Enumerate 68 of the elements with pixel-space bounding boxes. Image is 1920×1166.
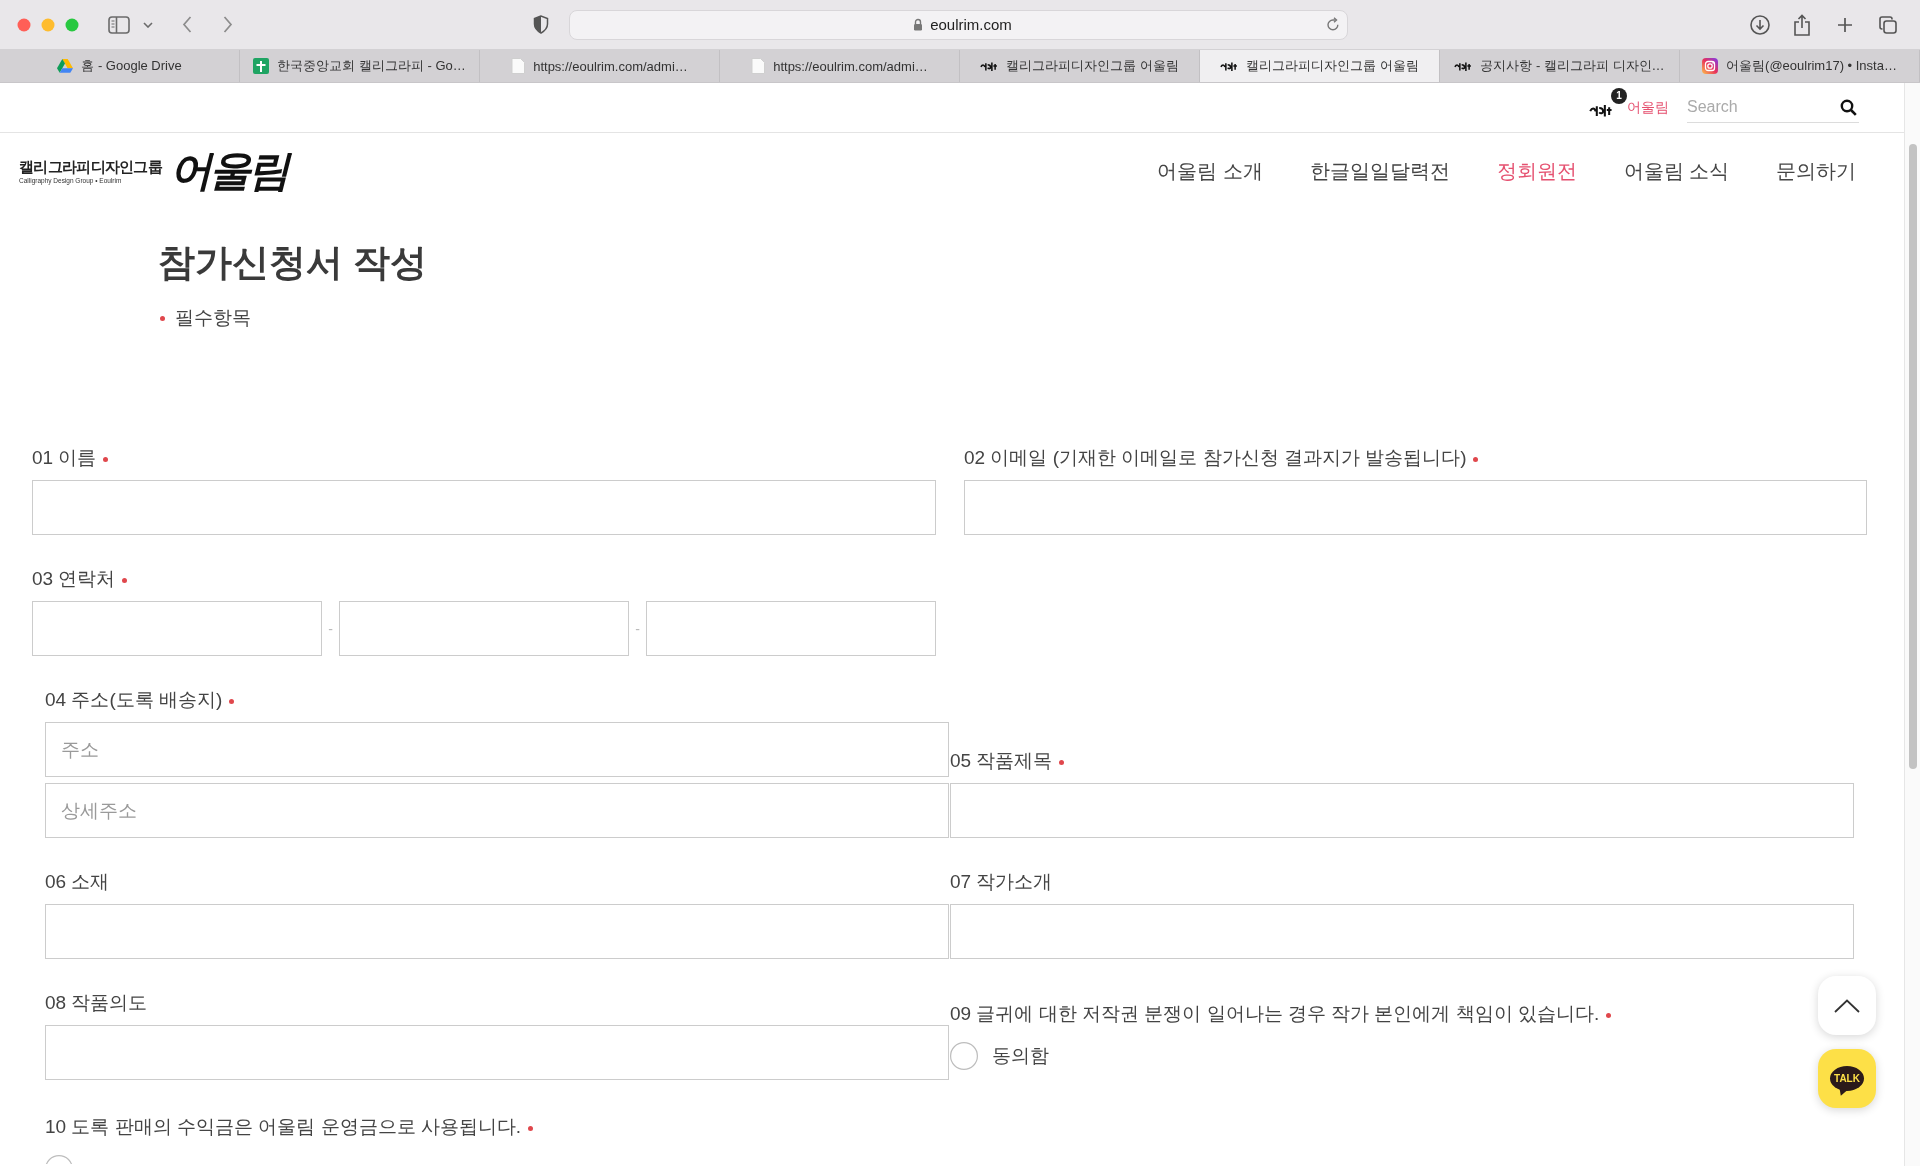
share-icon[interactable] (1793, 13, 1811, 36)
drive-triangle-icon (57, 59, 74, 73)
field-label: 09 글귀에 대한 저작권 분쟁이 일어나는 경우 작가 본인에게 책임이 있습니다. (950, 1002, 1600, 1026)
blank-page-icon (511, 58, 526, 74)
text-input[interactable] (950, 783, 1854, 838)
brush-logo-icon (1220, 60, 1239, 72)
shield-icon[interactable] (533, 15, 549, 34)
chevron-down-icon[interactable] (143, 21, 153, 28)
brush-logo-icon (980, 60, 999, 72)
field-label: 08 작품의도 (45, 991, 148, 1015)
required-note: 필수항목 (175, 306, 251, 330)
field-label: 05 작품제목 (950, 749, 1053, 773)
lock-icon (913, 18, 924, 31)
scrollbar-thumb[interactable] (1908, 144, 1917, 769)
back-icon[interactable] (182, 16, 192, 33)
field-label: 03 연락처 (32, 567, 116, 591)
phone-input[interactable] (339, 601, 629, 656)
text-input[interactable] (32, 480, 936, 535)
field-label: 01 이름 (32, 446, 97, 470)
download-icon[interactable] (1750, 14, 1770, 35)
field-label: 07 작가소개 (950, 870, 1053, 894)
address-input[interactable]: 주소 (45, 722, 949, 777)
nav-link[interactable]: 정회원전 (1496, 157, 1577, 185)
phone-input[interactable] (646, 601, 936, 656)
phone-separator: - (634, 620, 641, 637)
nav-link[interactable]: 어울림 소식 (1623, 157, 1729, 185)
camera-icon (1702, 58, 1719, 74)
nav-link[interactable]: 문의하기 (1776, 157, 1856, 185)
nav-link[interactable]: 어울림 소개 (1157, 157, 1263, 185)
window-minimize-icon[interactable] (41, 17, 55, 32)
text-input[interactable] (950, 904, 1854, 959)
window-close-icon[interactable] (17, 17, 31, 32)
tabs-overview-icon[interactable] (1879, 15, 1897, 34)
chevron-up-icon (1834, 998, 1860, 1013)
text-input[interactable] (45, 1025, 949, 1080)
logo-name: 캘리그라피디자인그룹 (19, 157, 162, 176)
text-input[interactable] (45, 904, 949, 959)
browser-tab[interactable]: 캘리그라피디자인그룹 어울림 (1200, 50, 1440, 82)
search-field[interactable]: Search (1687, 92, 1859, 123)
chat-button[interactable]: TALK (1818, 1049, 1876, 1108)
notification-badge: 1 (1611, 88, 1627, 104)
scroll-top-button[interactable] (1818, 976, 1876, 1035)
spreadsheet-icon (253, 58, 270, 74)
forward-icon[interactable] (223, 16, 233, 33)
field-label: 04 주소(도록 배송지) (45, 688, 223, 712)
address-input[interactable]: 상세주소 (45, 783, 949, 838)
field-label: 10 도록 판매의 수익금은 어울림 운영금으로 사용됩니다. (45, 1115, 522, 1139)
brush-logo-icon (1454, 60, 1473, 72)
nav-link[interactable]: 한글일일달력전 (1309, 157, 1450, 185)
radio-button[interactable] (45, 1155, 73, 1164)
required-marker-icon (160, 315, 165, 321)
field-label: 02 이메일 (기재한 이메일로 참가신청 결과지가 발송됩니다) (964, 446, 1467, 470)
radio-label[interactable]: 동의함 (992, 1043, 1049, 1069)
search-icon[interactable] (1840, 98, 1857, 116)
phone-separator: - (327, 620, 334, 637)
blank-page-icon (751, 58, 766, 74)
radio-button[interactable] (950, 1042, 978, 1070)
reload-icon[interactable] (1326, 17, 1340, 32)
field-label: 06 소재 (45, 870, 110, 894)
plus-icon[interactable] (1837, 16, 1853, 33)
brush-logo-icon[interactable] (1589, 103, 1613, 118)
window-zoom-icon[interactable] (65, 17, 79, 32)
text-input[interactable] (964, 480, 1867, 535)
account-link[interactable]: 어울림 (1627, 98, 1669, 117)
page-title: 참가신청서 작성 (158, 241, 428, 285)
address-bar[interactable]: eoulrim.com (569, 9, 1348, 40)
sidebar-icon[interactable] (108, 15, 130, 34)
phone-input[interactable] (32, 601, 322, 656)
